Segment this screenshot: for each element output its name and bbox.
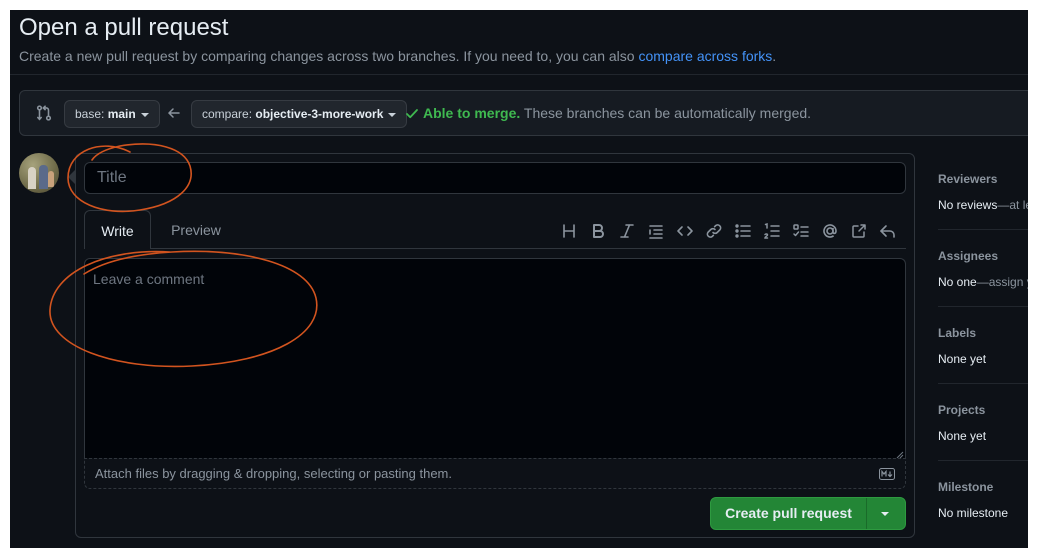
- assign-yourself-link[interactable]: —assign yourself: [977, 275, 1028, 289]
- merge-status: Able to merge. These branches can be aut…: [406, 105, 812, 121]
- reviewers-heading[interactable]: Reviewers: [938, 172, 997, 186]
- sidebar-divider: [938, 383, 1028, 384]
- avatar[interactable]: [19, 153, 59, 193]
- resize-handle[interactable]: [894, 446, 904, 459]
- attach-files-hint: Attach files by dragging & dropping, sel…: [95, 466, 452, 481]
- pull-request-page: Open a pull request Create a new pull re…: [10, 10, 1028, 548]
- chevron-down-icon: [881, 512, 889, 516]
- bold-icon[interactable]: [587, 220, 609, 242]
- reference-icon[interactable]: [848, 220, 870, 242]
- page-subtitle: Create a new pull request by comparing c…: [19, 48, 776, 64]
- link-icon[interactable]: [703, 220, 725, 242]
- assignees-status: No one: [938, 275, 977, 289]
- compare-across-forks-link[interactable]: compare across forks: [638, 48, 772, 64]
- assignees-value: No one—assign yourself: [938, 275, 1028, 289]
- markdown-icon[interactable]: [879, 467, 895, 480]
- base-prefix: base:: [75, 107, 108, 121]
- compare-branch-select[interactable]: compare: objective-3-more-work: [191, 100, 408, 128]
- quote-icon[interactable]: [645, 220, 667, 242]
- reviewers-status: No reviews: [938, 198, 998, 212]
- merge-status-text: These branches can be automatically merg…: [520, 105, 812, 121]
- compare-prefix: compare:: [202, 107, 256, 121]
- check-icon: [405, 105, 419, 121]
- sidebar-divider: [938, 306, 1028, 307]
- chevron-down-icon: [140, 112, 149, 117]
- compare-branches-icon: [35, 104, 53, 122]
- compare-branch-name: objective-3-more-work: [255, 107, 384, 121]
- header-divider: [10, 74, 1028, 75]
- avatar-figure: [28, 167, 36, 189]
- unordered-list-icon[interactable]: [732, 220, 754, 242]
- avatar-figure: [39, 165, 48, 189]
- create-pull-request-label[interactable]: Create pull request: [711, 498, 867, 529]
- task-list-icon[interactable]: [790, 220, 812, 242]
- sidebar-divider: [938, 460, 1028, 461]
- branch-range-editor: base: main compare: objective-3-more-wor…: [19, 90, 1028, 136]
- tab-preview[interactable]: Preview: [158, 210, 234, 249]
- base-branch-name: main: [107, 107, 136, 121]
- create-options-dropdown[interactable]: [866, 498, 905, 529]
- page-title: Open a pull request: [19, 14, 229, 41]
- reviewers-value: No reviews—at least 1 approving review i…: [938, 198, 1028, 212]
- merge-status-bold: Able to merge.: [423, 105, 521, 121]
- avatar-figure: [48, 171, 54, 187]
- file-attachment-bar[interactable]: Attach files by dragging & dropping, sel…: [84, 458, 906, 489]
- arrow-left-icon: [166, 105, 182, 121]
- projects-heading[interactable]: Projects: [938, 403, 985, 417]
- ordered-list-icon[interactable]: [761, 220, 783, 242]
- projects-value: None yet: [938, 429, 987, 443]
- sidebar-divider: [938, 229, 1028, 230]
- reviewers-hint: —at least 1 approving review is required: [997, 198, 1028, 212]
- milestone-heading[interactable]: Milestone: [938, 480, 993, 494]
- reply-icon[interactable]: [877, 220, 899, 242]
- subtitle-end: .: [772, 48, 777, 64]
- tab-write[interactable]: Write: [84, 210, 151, 249]
- heading-icon[interactable]: [558, 220, 580, 242]
- code-icon[interactable]: [674, 220, 696, 242]
- comment-textarea[interactable]: [84, 258, 906, 458]
- chevron-down-icon: [388, 112, 397, 117]
- title-input[interactable]: [84, 162, 906, 194]
- subtitle-text: Create a new pull request by comparing c…: [19, 48, 639, 64]
- base-branch-select[interactable]: base: main: [64, 100, 160, 128]
- assignees-heading[interactable]: Assignees: [938, 249, 998, 263]
- create-pull-request-button[interactable]: Create pull request: [710, 497, 906, 530]
- mention-icon[interactable]: [819, 220, 841, 242]
- labels-heading[interactable]: Labels: [938, 326, 976, 340]
- italic-icon[interactable]: [616, 220, 638, 242]
- labels-value: None yet: [938, 352, 987, 366]
- milestone-value: No milestone: [938, 506, 1009, 520]
